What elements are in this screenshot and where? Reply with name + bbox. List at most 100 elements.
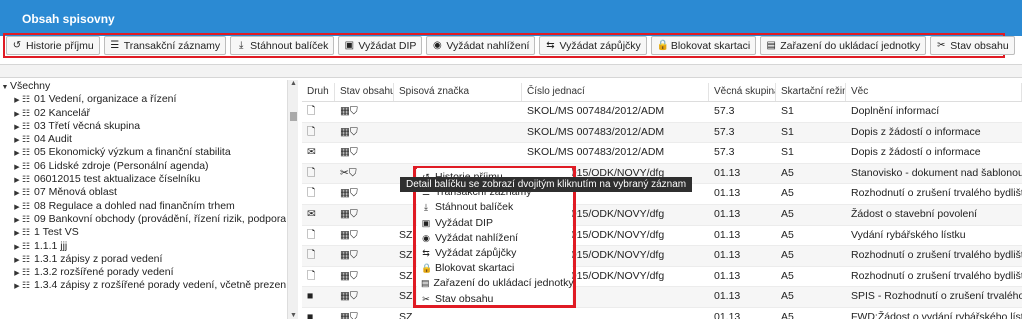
tree-item[interactable]: ▶ ☷ 1.3.2 rozšířené porady vedení	[0, 266, 286, 279]
collapsed-arrow-icon[interactable]: ▶	[12, 227, 22, 240]
toolbar-button-scissors[interactable]: ✂ Stav obsahu	[930, 36, 1015, 55]
eye-icon: ◉	[433, 40, 442, 51]
toolbar-button-list[interactable]: ☰ Transakční záznamy	[103, 36, 227, 55]
scrollbar-thumb[interactable]	[290, 112, 297, 121]
table-row[interactable]: ✉ ▦⛉ SKOL/MS 007483/2012/ADM 57.3 S1 Dopis z …	[302, 143, 1022, 164]
download-icon: ⤓	[238, 40, 244, 51]
toolbar-button-eye[interactable]: ◉ Vyžádat nahlížení	[426, 36, 536, 55]
tooltip: Detail balíčku se zobrazí dvojitým klikn…	[400, 177, 693, 192]
toolbar-button-storage-unit[interactable]: ▤ Zařazení do ukládací jednotky	[760, 36, 927, 55]
table-cell: A5	[781, 310, 794, 319]
tree-item[interactable]: ▶ ☷ 06012015 test aktualizace číselníku	[0, 173, 286, 186]
table-cell	[394, 143, 522, 163]
table-cell: S1	[781, 105, 794, 117]
tree-item[interactable]: ▶ ☷ 07 Měnová oblast	[0, 186, 286, 199]
collapsed-arrow-icon[interactable]: ▶	[12, 241, 22, 254]
collapsed-arrow-icon[interactable]: ▶	[12, 147, 22, 160]
scroll-up-icon[interactable]: ▲	[288, 80, 299, 87]
tree-item[interactable]: ▶ ☷ 1.3.4 zápisy z rozšířené porady vedení…	[0, 279, 286, 292]
hierarchy-icon: ☷	[22, 240, 31, 251]
table-cell: FWD:Žádost o vydání rybářského lístku	[851, 310, 1022, 319]
table-row[interactable]: 🗋 ▦⛉ SKOL/MS 007484/2012/ADM 57.3 S1 Doplnění…	[302, 102, 1022, 123]
toolbar-button-download[interactable]: ⤓ Stáhnout balíček	[230, 36, 335, 55]
collapsed-arrow-icon[interactable]: ▶	[12, 201, 22, 214]
collapsed-arrow-icon[interactable]: ▶	[12, 108, 22, 121]
toolbar-button-exchange[interactable]: ⇆ Vyžádat zápůjčky	[539, 36, 647, 55]
table-row[interactable]: ■ ▦⛉ SZ 01.13 A5 SPIS - Rozhodnutí o zrušení …	[302, 287, 1022, 308]
table-row[interactable]: 🗋 ▦⛉ SKOL/MS 007483/2012/ADM 57.3 S1 Dopis z …	[302, 122, 1022, 144]
toolbar: ↺ Historie příjmu ☰ Transakční záznamy ⤓ Stáh…	[6, 36, 1015, 56]
toolbar-button-lock[interactable]: 🔒 Blokovat skartaci	[650, 36, 757, 55]
scissors-icon: ✂	[422, 293, 430, 304]
tree-item[interactable]: ▶ ☷ 05 Ekonomický výzkum a finanční stabil…	[0, 146, 286, 159]
toolbar-button-label: Vyžádat zápůjčky	[559, 39, 641, 52]
table-row[interactable]: 🗋 ▦⛉ SZ 001551/2015/ODK/NOVY/dfg 01.13 A5 Rozh…	[302, 246, 1022, 267]
collapsed-arrow-icon[interactable]: ▶	[12, 267, 22, 280]
table-row[interactable]: 🗋 ▦⛉ SZ 001553/2015/ODK/NOVY/dfg 01.13 A5 Rozh…	[302, 267, 1022, 288]
column-header[interactable]: Stav obsahu	[335, 83, 394, 101]
tree-item[interactable]: ▶ ☷ 1.3.1 zápisy z porad vedení	[0, 253, 286, 266]
tree-item[interactable]: ▶ ☷ 09 Bankovní obchody (provádění, řízení…	[0, 213, 286, 226]
hierarchy-icon: ☷	[22, 187, 31, 198]
collapsed-arrow-icon[interactable]: ▶	[12, 187, 22, 200]
expanded-arrow-icon[interactable]: ▼	[0, 81, 10, 94]
table-cell: Žádost o stavební povolení	[851, 207, 978, 220]
tree-item-label: 04 Audit	[34, 133, 72, 146]
collapsed-arrow-icon[interactable]: ▶	[12, 94, 22, 107]
menu-item-lock[interactable]: 🔒 Blokovat skartaci	[417, 261, 572, 276]
content-status-icon: ▦⛉	[340, 187, 358, 200]
table-row[interactable]: ✉ ▦⛉ 001542/2015/ODK/NOVY/dfg 01.13 A5 Žádost…	[302, 204, 1022, 226]
tree-item-label: 02 Kancelář	[34, 106, 91, 119]
column-header[interactable]: Skartační režim	[776, 83, 846, 101]
hierarchy-icon: ☷	[22, 253, 31, 264]
collapsed-arrow-icon[interactable]: ▶	[12, 280, 22, 293]
splitter-bar[interactable]	[0, 64, 1022, 78]
table-row[interactable]: 🗋 ▦⛉ SZ 001550/2015/ODK/NOVY/dfg 01.13 A5 Vydá…	[302, 226, 1022, 247]
column-header[interactable]: Věcná skupina	[709, 83, 776, 101]
table-cell: S1	[781, 146, 794, 159]
collapsed-arrow-icon[interactable]: ▶	[12, 254, 22, 267]
collapsed-arrow-icon[interactable]: ▶	[12, 134, 22, 147]
table-cell: Stanovisko - dokument nad šablonou	[851, 166, 1022, 179]
tree-root[interactable]: ▼ Všechny	[0, 80, 286, 93]
column-header[interactable]: Spisová značka	[394, 83, 522, 101]
column-header[interactable]: Druh	[302, 83, 335, 101]
table-cell: Dopis z žádostí o informace	[851, 125, 981, 138]
collapsed-arrow-icon[interactable]: ▶	[12, 214, 22, 227]
menu-item-exchange[interactable]: ⇆ Vyžádat zápůjčky	[417, 246, 572, 261]
toolbar-button-label: Vyžádat DIP	[358, 39, 417, 52]
tree-item[interactable]: ▶ ☷ 08 Regulace a dohled nad finančním trh…	[0, 200, 286, 213]
scroll-down-icon[interactable]: ▼	[288, 312, 299, 319]
collapsed-arrow-icon[interactable]: ▶	[12, 174, 22, 187]
tree-item[interactable]: ▶ ☷ 04 Audit	[0, 133, 286, 146]
menu-item-eye[interactable]: ◉ Vyžádat nahlížení	[417, 231, 572, 246]
column-header[interactable]: Číslo jednací	[522, 83, 709, 101]
toolbar-button-package[interactable]: ▣ Vyžádat DIP	[338, 36, 423, 55]
tree-item[interactable]: ▶ ☷ 03 Třetí věcná skupina	[0, 120, 286, 133]
table-cell: A5	[781, 207, 794, 220]
collapsed-arrow-icon[interactable]: ▶	[12, 121, 22, 134]
list-icon: ☰	[110, 40, 120, 51]
menu-item-label: Vyžádat DIP	[435, 216, 493, 229]
collapsed-arrow-icon[interactable]: ▶	[12, 161, 22, 174]
column-header[interactable]: Věc	[846, 83, 1022, 101]
menu-item-download[interactable]: ⤓ Stáhnout balíček	[417, 200, 572, 215]
content-status-icon: ▦⛉	[340, 125, 358, 138]
tree-scrollbar[interactable]: ▲ ▼	[287, 80, 298, 319]
toolbar-button-history[interactable]: ↺ Historie příjmu	[6, 36, 100, 55]
tree-item[interactable]: ▶ ☷ 01 Vedení, organizace a řízení	[0, 93, 286, 106]
menu-item-storage-unit[interactable]: ▤ Zařazení do ukládací jednotky	[417, 276, 574, 291]
toolbar-button-label: Vyžádat nahlížení	[446, 39, 530, 52]
tree-item-label: 1.3.1 zápisy z porad vedení	[34, 252, 163, 265]
tree-item[interactable]: ▶ ☷ 1 Test VS	[0, 226, 286, 239]
menu-item-package[interactable]: ▣ Vyžádat DIP	[417, 216, 572, 231]
toolbar-button-label: Historie příjmu	[26, 39, 94, 52]
tree-item[interactable]: ▶ ☷ 02 Kancelář	[0, 107, 286, 120]
content-status-icon: ▦⛉	[340, 105, 358, 117]
table-row[interactable]: ■ ▦⛉ SZ 01.13 A5 FWD:Žádost o vydání rybářské…	[302, 308, 1022, 319]
menu-item-scissors[interactable]: ✂ Stav obsahu	[417, 292, 572, 307]
tree-item[interactable]: ▶ ☷ 06 Lidské zdroje (Personální agenda)	[0, 160, 286, 173]
tree-item[interactable]: ▶ ☷ 1.1.1 jjj	[0, 240, 286, 253]
hierarchy-icon: ☷	[22, 280, 31, 291]
tree-item-label: 1.3.4 zápisy z rozšířené porady vedení, …	[34, 279, 286, 292]
